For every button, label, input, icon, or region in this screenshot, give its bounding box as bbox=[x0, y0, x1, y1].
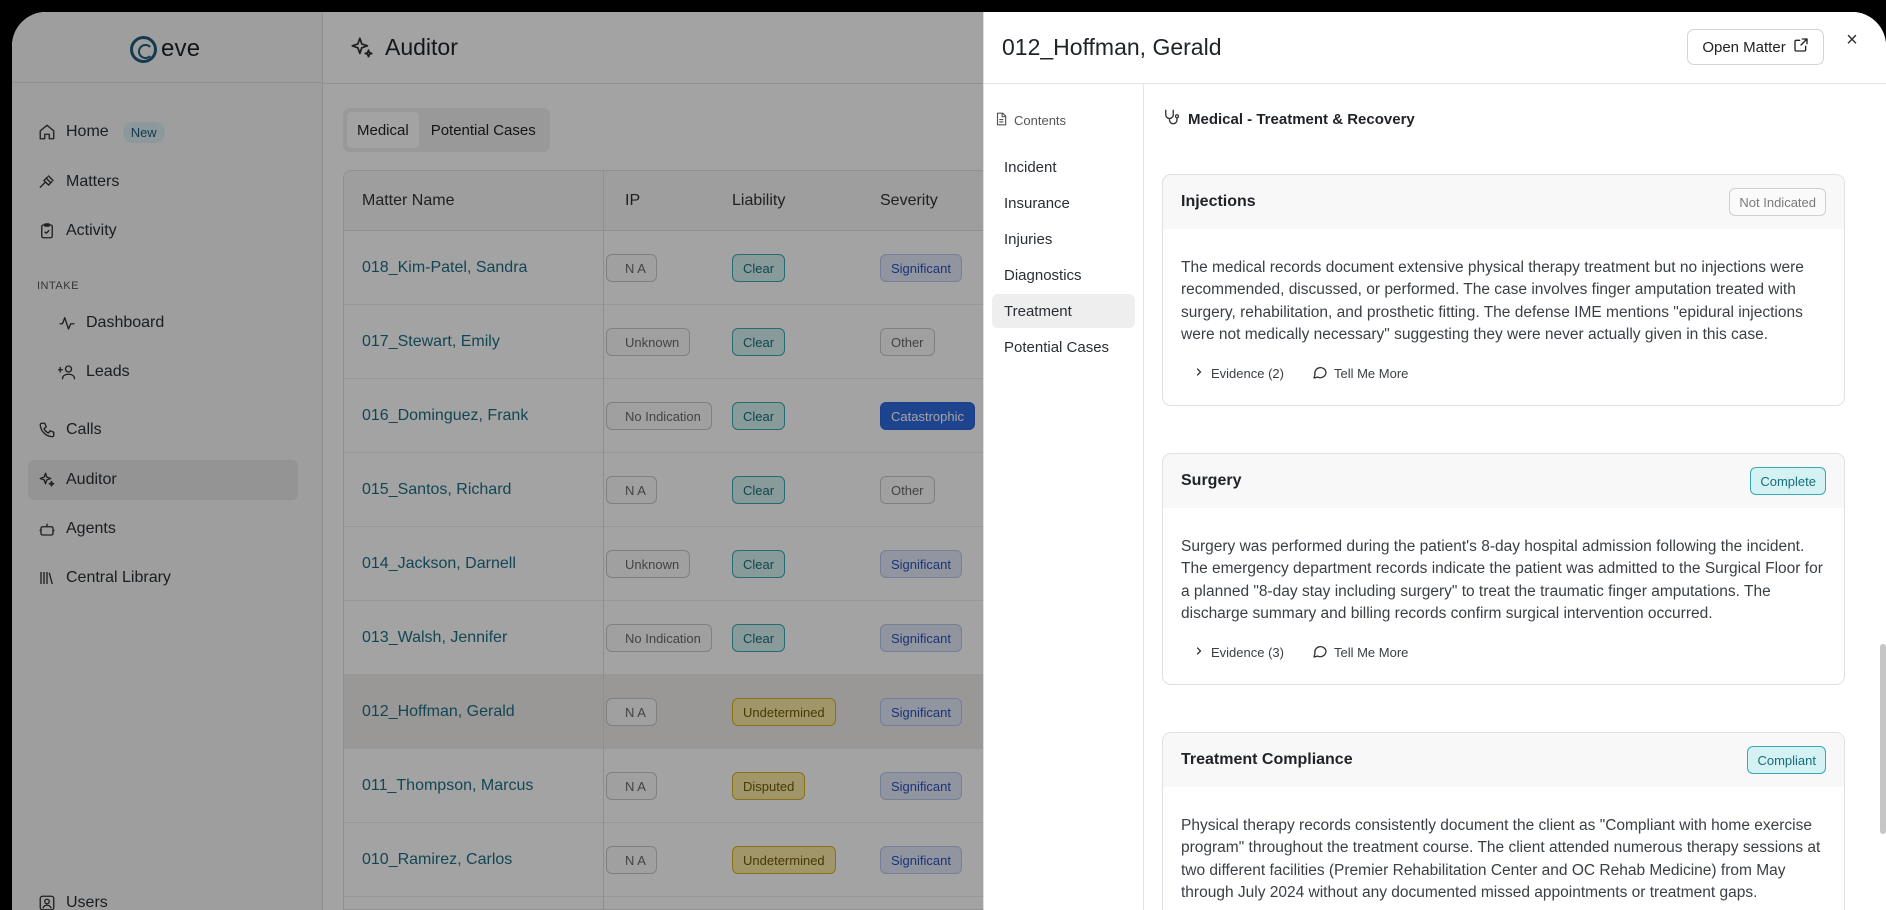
evidence-toggle[interactable]: Evidence (3) bbox=[1193, 645, 1284, 660]
toc-item-potential-cases[interactable]: Potential Cases bbox=[992, 330, 1135, 364]
tell-me-more-button[interactable]: Tell Me More bbox=[1312, 364, 1408, 383]
status-badge: Not Indicated bbox=[1729, 188, 1826, 216]
card-body: The medical records document extensive p… bbox=[1181, 259, 1804, 343]
tell-me-more-button[interactable]: Tell Me More bbox=[1312, 643, 1408, 662]
toc-item-treatment[interactable]: Treatment bbox=[992, 294, 1135, 328]
drawer-title: 012_Hoffman, Gerald bbox=[1002, 34, 1222, 60]
card-header: Surgery Complete bbox=[1163, 454, 1844, 508]
chat-bubble-icon bbox=[1312, 364, 1328, 383]
toc-item-incident[interactable]: Incident bbox=[992, 150, 1135, 184]
status-badge: Compliant bbox=[1747, 746, 1826, 774]
finding-card-injections: Injections Not Indicated The medical rec… bbox=[1162, 174, 1845, 407]
evidence-toggle[interactable]: Evidence (2) bbox=[1193, 366, 1284, 381]
tell-me-more-label: Tell Me More bbox=[1333, 645, 1409, 661]
chevron-right-icon bbox=[1193, 645, 1205, 660]
section-heading: Medical - Treatment & Recovery bbox=[1162, 108, 1415, 130]
finding-card-surgery: Surgery Complete Surgery was performed d… bbox=[1162, 453, 1845, 686]
card-header: Treatment Compliance Compliant bbox=[1163, 733, 1844, 787]
drawer-scrollbar[interactable] bbox=[1880, 644, 1886, 834]
toc-item-injuries[interactable]: Injuries bbox=[992, 222, 1135, 256]
tell-me-more-label: Tell Me More bbox=[1333, 366, 1409, 382]
finding-card-treatment-compliance: Treatment Compliance Compliant Physical … bbox=[1162, 732, 1845, 910]
stethoscope-icon bbox=[1162, 108, 1180, 130]
toc-item-insurance[interactable]: Insurance bbox=[992, 186, 1135, 220]
evidence-label: Evidence (3) bbox=[1211, 645, 1284, 661]
drawer-content: Medical - Treatment & Recovery Injection… bbox=[1144, 84, 1886, 910]
toc-item-diagnostics[interactable]: Diagnostics bbox=[992, 258, 1135, 292]
modal-backdrop[interactable] bbox=[12, 12, 983, 910]
open-matter-button[interactable]: Open Matter bbox=[1687, 29, 1824, 65]
contents-nav: Contents Incident Insurance Injuries Dia… bbox=[984, 84, 1144, 910]
app-window: eve Home New Matters Activity INTAKE Das… bbox=[12, 12, 1886, 910]
card-title: Surgery bbox=[1181, 472, 1242, 489]
status-badge: Complete bbox=[1750, 467, 1826, 495]
card-body: Physical therapy records consistently do… bbox=[1181, 817, 1821, 901]
card-actions: Evidence (3) Tell Me More bbox=[1163, 625, 1844, 684]
card-body: Surgery was performed during the patient… bbox=[1181, 538, 1823, 622]
card-header: Injections Not Indicated bbox=[1163, 175, 1844, 229]
evidence-label: Evidence (2) bbox=[1211, 366, 1284, 382]
card-title: Treatment Compliance bbox=[1181, 751, 1353, 768]
close-icon[interactable]: × bbox=[1838, 26, 1866, 54]
chevron-right-icon bbox=[1193, 366, 1205, 381]
external-link-icon bbox=[1793, 37, 1809, 57]
drawer-header: 012_Hoffman, Gerald Open Matter × bbox=[984, 12, 1886, 84]
chat-bubble-icon bbox=[1312, 643, 1328, 662]
section-heading-label: Medical - Treatment & Recovery bbox=[1188, 110, 1415, 128]
contents-heading-label: Contents bbox=[1014, 113, 1067, 128]
contents-heading: Contents bbox=[994, 112, 1066, 129]
card-title: Injections bbox=[1181, 193, 1256, 210]
document-icon bbox=[994, 112, 1008, 129]
open-matter-label: Open Matter bbox=[1702, 38, 1786, 56]
matter-detail-drawer: 012_Hoffman, Gerald Open Matter × Conten… bbox=[983, 12, 1886, 910]
card-actions: Evidence (2) Tell Me More bbox=[1163, 346, 1844, 405]
